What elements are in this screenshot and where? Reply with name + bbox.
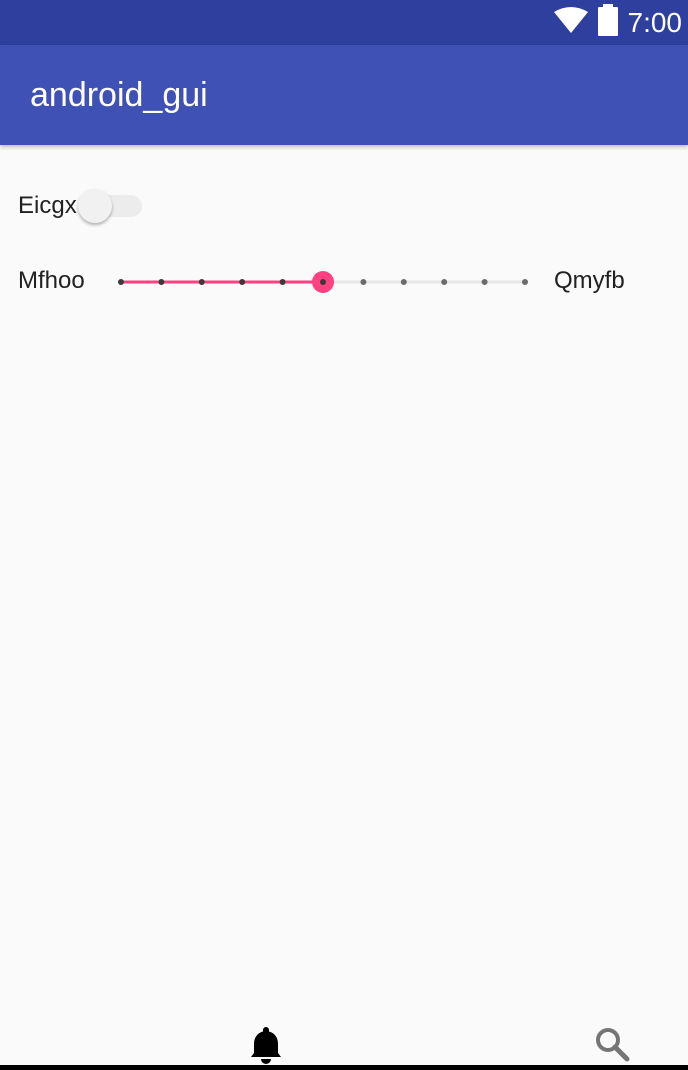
search-icon[interactable] [592,1024,632,1064]
switch-thumb[interactable] [78,189,112,223]
slider-tick [481,279,488,285]
slider-tick [198,279,205,285]
slider-tick [118,279,124,285]
app-bar: android_gui [0,45,688,145]
app-title: android_gui [30,76,208,114]
slider-tick [360,279,367,285]
status-time: 7:00 [627,7,683,38]
bell-icon[interactable] [246,1024,286,1064]
slider-tick [400,279,407,285]
wifi-icon [553,7,588,38]
status-icons: 7:00 [553,0,683,45]
toggle-switch[interactable] [78,189,144,223]
slider-tick [522,279,528,285]
slider-tick [279,279,286,285]
slider-tick [441,279,448,285]
slider-tick [158,279,165,285]
switch-label: Eicgx [18,192,77,219]
status-bar: 7:00 [0,0,688,45]
slider-right-label: Qmyfb [554,267,625,294]
battery-icon [597,4,619,41]
slider-left-label: Mfhoo [18,267,85,294]
slider-tick [239,279,246,285]
slider-thumb-dot [320,279,326,285]
seek-bar[interactable] [110,262,536,302]
bottom-edge [0,1065,688,1070]
